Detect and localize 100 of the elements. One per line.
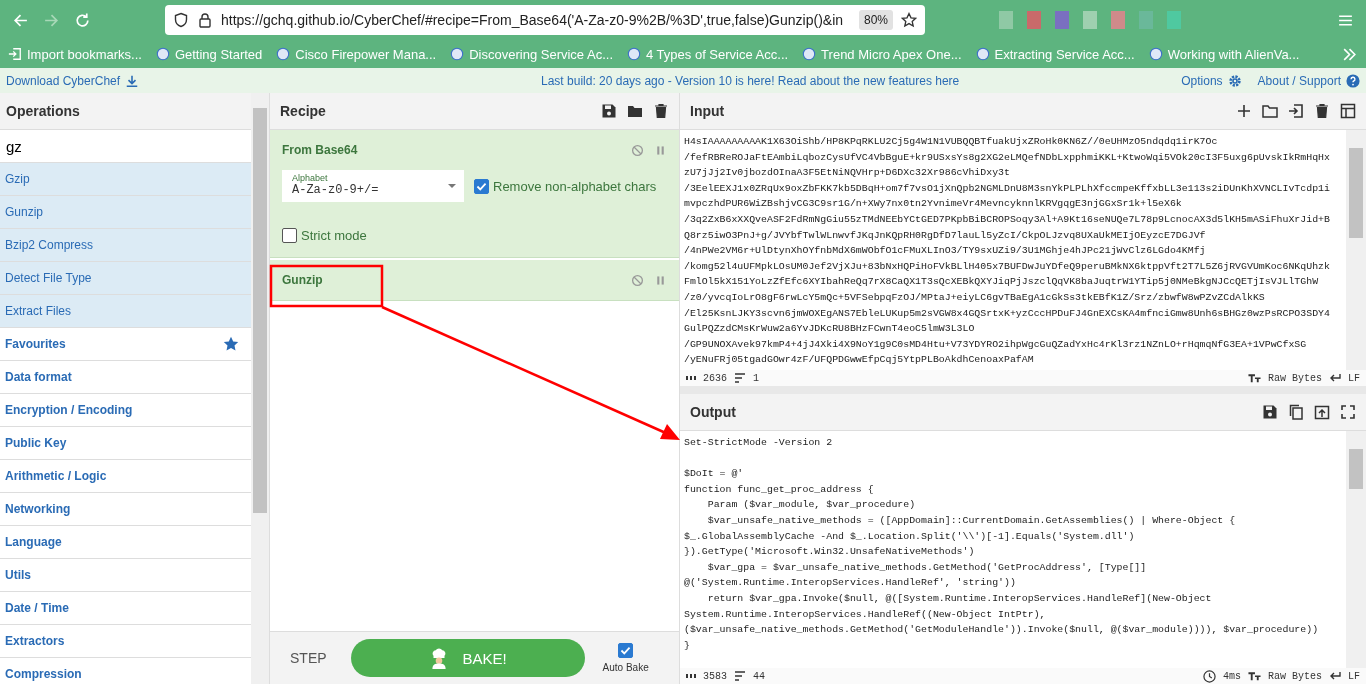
- output-text-line: function func_get_proc_address {: [684, 482, 875, 497]
- auto-bake-checkbox[interactable]: [618, 643, 634, 658]
- step-button[interactable]: STEP: [288, 644, 329, 672]
- encoding-button[interactable]: Raw Bytes: [1267, 670, 1322, 682]
- checkbox-label: Strict mode: [301, 228, 367, 243]
- input-text-line: /komg52l4uUFMpkLOsUM0Jef2VjXJu+83bNxHQPiHoFVkBLlH405x7BUFDwJuYDfeQ9peruBMkNX6ktppVft2T7L5Z6jRVGVUmKoc6NKqUhzk: [684, 259, 1331, 274]
- download-link[interactable]: Download CyberChef: [6, 73, 121, 88]
- zoom-level[interactable]: 80%: [858, 10, 893, 30]
- settings-icon[interactable]: [1227, 73, 1242, 88]
- version-notice-link[interactable]: Last build: 20 days ago - Version 10 is here! Read about the new features here: [155, 73, 1166, 88]
- scrollbar-thumb[interactable]: [1349, 449, 1363, 489]
- disable-icon[interactable]: [631, 143, 644, 157]
- length-icon: [686, 376, 696, 380]
- input-text-line: FmlOl5kX151YoLzZfEfc6XYIbahReQq7rX8CaQX1T3sQcXEBkQXYJiqPjJszclQqVK8baJuqtrW1YTip5j0NMeBkgNJCcQETjIsVJLlTGhW: [684, 275, 1320, 290]
- bake-button[interactable]: BAKE!: [350, 639, 585, 677]
- save-icon[interactable]: [1262, 404, 1278, 420]
- checkbox[interactable]: [474, 178, 489, 194]
- shield-icon[interactable]: [173, 12, 189, 28]
- import-icon[interactable]: [1288, 103, 1304, 119]
- favicon-icon[interactable]: [802, 47, 817, 61]
- output-text-line: ($var_unsafe_native_methods.GetMethod('GetModuleHandle')).Invoke($null, @($var_module)))), $var_procedure)): [684, 623, 1320, 638]
- operation-item[interactable]: Detect File Type: [0, 262, 251, 295]
- operation-item[interactable]: Bzip2 Compress: [0, 229, 251, 262]
- save-icon[interactable]: [601, 103, 617, 119]
- reload-icon[interactable]: [74, 11, 91, 29]
- lines-icon: [734, 373, 746, 383]
- favicon-icon[interactable]: [1148, 47, 1163, 61]
- input-text-line: /3q2ZxB6xXXQveASF2FdRmNgGiu55zTMdNEEbYCtGED7PKpbBiBCROPSoqy3Al+A9Kt16seNUQe7L78p9LcnocAX3d5lKH5mASiFhuXrJid+B: [684, 212, 1331, 227]
- url-field[interactable]: https://gchq.github.io/CyberChef/#recipe=From_Base64('A-Za-z0-9%2B/%3D',true,false)Gunzip()&in: [221, 12, 851, 28]
- favicon-icon[interactable]: [155, 47, 170, 61]
- input-text-line: /El25KsnLJKY3scvn6jmWOXEgANS7EbleLUKup5m2sVGW8x4GQSrtxK+yzCccHPDuFJ4GnEXCsKA4mfnciGmw8Unh6sBHGz0wzPsRCPO3SDY4: [684, 306, 1331, 321]
- return-icon: [1329, 671, 1341, 681]
- plus-icon[interactable]: [1236, 103, 1252, 119]
- pause-icon[interactable]: [654, 273, 667, 287]
- checkbox[interactable]: [282, 228, 297, 243]
- maximise-icon[interactable]: [1340, 404, 1356, 420]
- input-text-line: H4sIAAAAAAAAAK1X63OiShb/HP8KPqRKLU2Cj5g4W1N1VUBQQBTfuakUjxZRoHk0KN6Z//0eUHMzO5ndqdq1irK7Oc: [684, 135, 1219, 149]
- scrollbar-thumb[interactable]: [1349, 148, 1363, 238]
- output-title: Output: [690, 404, 736, 420]
- eol-button[interactable]: LF: [1348, 670, 1360, 682]
- encoding-button[interactable]: Raw Bytes: [1267, 372, 1322, 384]
- favicon-icon[interactable]: [450, 47, 465, 61]
- alphabet-dropdown[interactable]: Alphabet A-Za-z0-9+/=: [282, 170, 464, 202]
- favicon-icon[interactable]: [627, 47, 641, 61]
- length-count: 3583: [703, 670, 727, 682]
- operation-item[interactable]: Gunzip: [0, 196, 251, 229]
- output-text-line: Set-StrictMode -Version 2: [684, 436, 834, 450]
- resize-handle[interactable]: [680, 386, 1366, 394]
- input-text-line: /GP9UNOXAvek97kmP4+4jJ4Xki4X9NoY1g9C0sMD4Htu+V73YDYRO2ihpWgcGuQZadYxHc4rKl3rz1NZnLO+rHqmqNfG3EA+1VPwCfxSG: [684, 337, 1308, 352]
- clock-icon: [1202, 669, 1216, 683]
- text-format-icon: [1247, 373, 1261, 383]
- output-text-line: }).GetType('Microsoft.Win32.UnsafeNativeMethods'): [684, 545, 976, 560]
- bookmark-star-icon[interactable]: [901, 12, 917, 28]
- input-text-line: GulPQZzdCMsKrWuw2a6YvJDKcRU8BHzFCwnT4eoC5lmW3L3LO: [684, 322, 976, 337]
- length-icon: [686, 674, 696, 678]
- lines-icon: [734, 671, 746, 681]
- input-text-line: /yENuFRj05tgadGOwr4zF/UFQPDGwwEfpCqj5YtpPLBoAkdhCenoaxPafAM: [684, 353, 1035, 368]
- operation-name: From Base64: [282, 143, 359, 157]
- category-item[interactable]: Favourites: [5, 337, 66, 351]
- trash-icon[interactable]: [1314, 103, 1330, 119]
- pause-icon[interactable]: [654, 143, 667, 157]
- output-text-line: $DoIt = @': [684, 467, 745, 482]
- operation-item[interactable]: Gzip: [0, 163, 251, 196]
- output-text-line: System.Runtime.InteropServices.HandleRef((New-Object IntPtr),: [684, 607, 1047, 622]
- output-text-line: }: [684, 638, 691, 653]
- scrollbar-thumb[interactable]: [253, 108, 267, 513]
- recipe-step-card[interactable]: From Base64 Alphabet A-Za-z0-9+/= Remove non-alphabet chars Strict mode: [270, 130, 679, 258]
- disable-icon[interactable]: [631, 273, 644, 287]
- folder-icon[interactable]: [627, 103, 643, 119]
- favicon-icon[interactable]: [975, 47, 990, 61]
- output-text-line: Param ($var_module, $var_procedure): [706, 498, 917, 513]
- options-link[interactable]: Options: [1181, 73, 1223, 88]
- checkbox-label: Remove non-alphabet chars: [493, 178, 657, 194]
- operation-item[interactable]: Extract Files: [0, 295, 251, 328]
- replace-input-icon[interactable]: [1314, 404, 1330, 420]
- output-text-line: $var_unsafe_native_methods = ([AppDomain]::CurrentDomain.GetAssemblies() | Where-Object {: [706, 513, 1237, 528]
- about-support-link[interactable]: About / Support: [1257, 73, 1341, 88]
- input-text-line: /3EelEEXJ1x0ZRqUx9oxZbFKK7kb5DBqH+om7f7vsO1jXnQpb2NGMLDnU8M3snYkPLPLhXfccmpeKffxbLL3e113s2iDUnKhXVNCLIvTcdp1i: [684, 181, 1331, 196]
- return-icon: [1329, 373, 1341, 383]
- output-text-line: @('System.Runtime.InteropServices.HandleRef', 'string')): [684, 576, 1017, 591]
- operations-title: Operations: [0, 93, 251, 130]
- layout-icon[interactable]: [1340, 103, 1356, 119]
- input-text-line: /4nPWe2VM6r+UlDtynXhOYfnbMdX6mWObfO1cFMuXLInO3/TY9sxUZi9/3U1MGhje4hJPc21jWvClz6LGdo4KMfj: [684, 244, 1207, 259]
- output-text-line: $var_gpa = $var_unsafe_native_methods.GetMethod('GetProcAddress', [Type[]]: [706, 560, 1148, 575]
- favicon-icon[interactable]: [276, 47, 291, 61]
- copy-icon[interactable]: [1288, 404, 1304, 420]
- recipe-title: Recipe: [280, 103, 326, 119]
- help-icon[interactable]: [1346, 73, 1360, 88]
- input-title: Input: [690, 103, 725, 119]
- auto-bake-label: Auto Bake: [602, 662, 649, 673]
- input-text-line: mvpczhdPUR6WiZBshjvCG3C9sr1G/n+XWy7nx0tn2YvnimeVr4MevncyknnlKRVgqgE3njGGxSr1k+l5eX6k: [684, 197, 1183, 212]
- star-icon: [223, 336, 239, 352]
- line-count: 1: [753, 372, 760, 384]
- operation-name: Gunzip: [282, 273, 324, 287]
- recipe-step-card[interactable]: Gunzip: [270, 260, 679, 301]
- lock-icon[interactable]: [197, 12, 213, 28]
- trash-icon[interactable]: [653, 103, 669, 119]
- download-icon[interactable]: [125, 73, 140, 88]
- eol-button[interactable]: LF: [1348, 372, 1360, 384]
- folder-icon[interactable]: [1262, 103, 1278, 119]
